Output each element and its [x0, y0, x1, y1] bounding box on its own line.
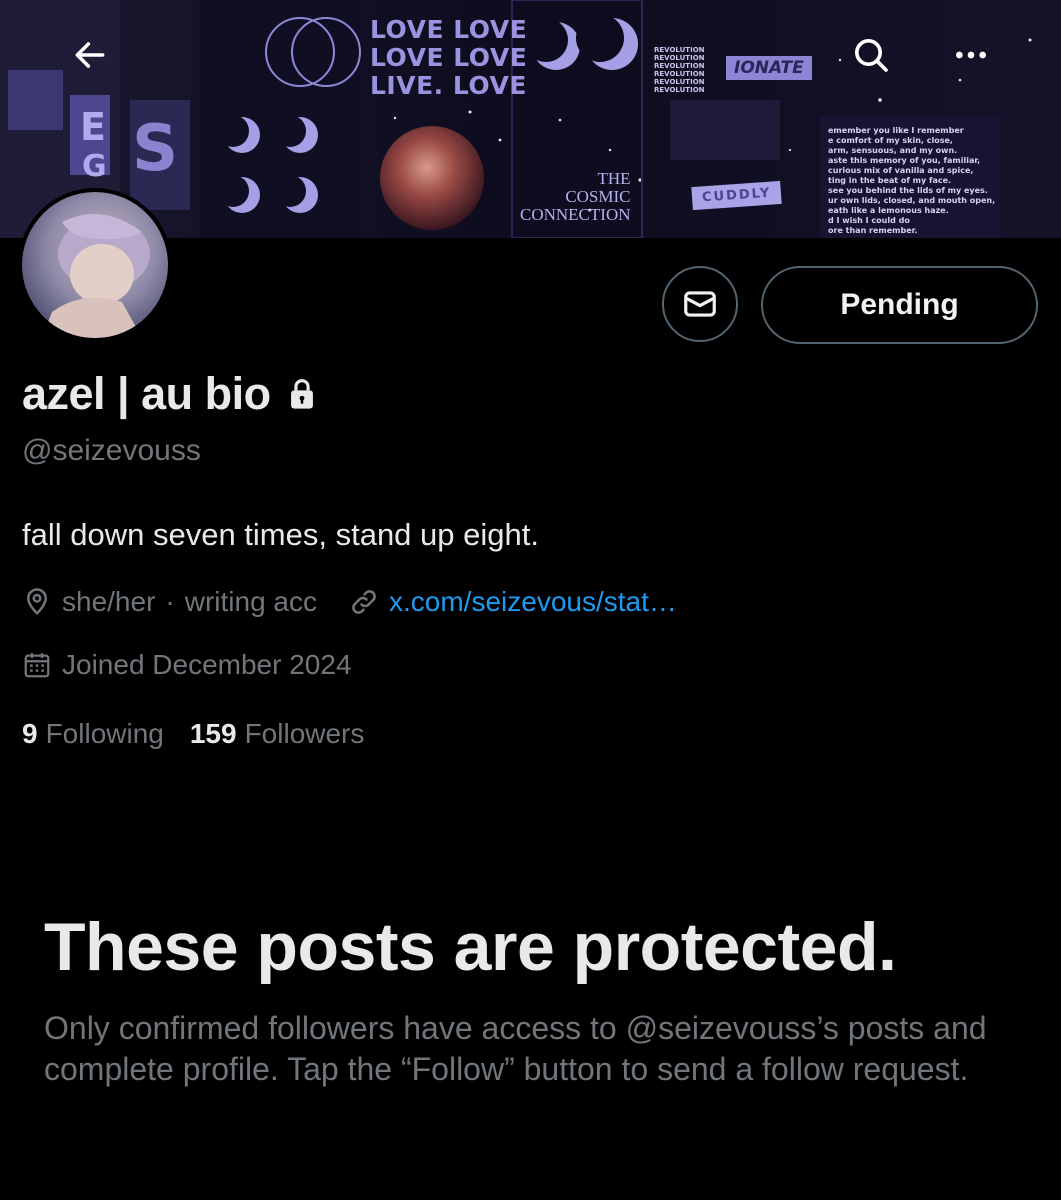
followers-label: Followers: [244, 718, 365, 749]
following-count: 9: [22, 718, 38, 749]
location-pin-icon: [22, 587, 52, 617]
location-extra-text: writing acc: [184, 586, 317, 617]
banner-cosmic-text: THE COSMIC CONNECTION: [520, 169, 631, 224]
calendar-icon: [22, 650, 52, 680]
more-horizontal-icon: [956, 51, 986, 59]
lock-icon: [287, 377, 317, 411]
pending-follow-button[interactable]: Pending: [761, 266, 1038, 344]
message-button[interactable]: [662, 266, 738, 342]
banner-poem-text: emember you like I remember e comfort of…: [828, 126, 996, 235]
following-label: Following: [45, 718, 164, 749]
protected-description: Only confirmed followers have access to …: [44, 1010, 987, 1087]
profile-meta-joined: Joined December 2024: [22, 646, 352, 684]
follow-stats: 9 Following 159 Followers: [22, 718, 390, 750]
profile-meta-location: she/her · writing acc x.com/seizevous/st…: [22, 583, 677, 621]
followers-count: 159: [189, 718, 237, 749]
search-button[interactable]: [841, 25, 901, 85]
joined-text: Joined December 2024: [62, 649, 352, 680]
profile-avatar[interactable]: [18, 188, 172, 342]
display-name: azel | au bio: [22, 368, 317, 420]
banner-love-text: LOVE LOVE LOVE LOVE LIVE. LOVE: [370, 15, 528, 100]
profile-bio: fall down seven times, stand up eight.: [22, 517, 539, 552]
followers-link[interactable]: 159 Followers: [190, 718, 365, 750]
svg-text:S: S: [132, 112, 178, 186]
profile-banner[interactable]: S E G LOVE LOVE LOVE LOVE LIVE. LOVE REV…: [0, 0, 1061, 238]
meta-separator: ·: [165, 586, 175, 617]
following-link[interactable]: 9 Following: [22, 718, 164, 750]
location-text: she/her: [62, 586, 156, 617]
profile-link[interactable]: x.com/seizevous/stat…: [389, 586, 677, 618]
svg-text:G: G: [82, 149, 107, 184]
svg-text:E: E: [80, 105, 106, 149]
more-button[interactable]: [941, 25, 1001, 85]
avatar-image: [22, 192, 168, 338]
back-button[interactable]: [60, 25, 120, 85]
search-icon: [855, 39, 888, 72]
display-name-text: azel | au bio: [22, 368, 271, 419]
envelope-icon: [684, 291, 716, 317]
banner-revolution-text: REVOLUTION REVOLUTION REVOLUTION REVOLUT…: [654, 46, 705, 94]
banner-onate-text: IONATE: [726, 56, 812, 80]
protected-title: These posts are protected.: [44, 909, 897, 985]
arrow-left-icon: [75, 42, 105, 68]
profile-handle: @seizevouss: [22, 434, 201, 467]
link-icon: [349, 587, 379, 617]
